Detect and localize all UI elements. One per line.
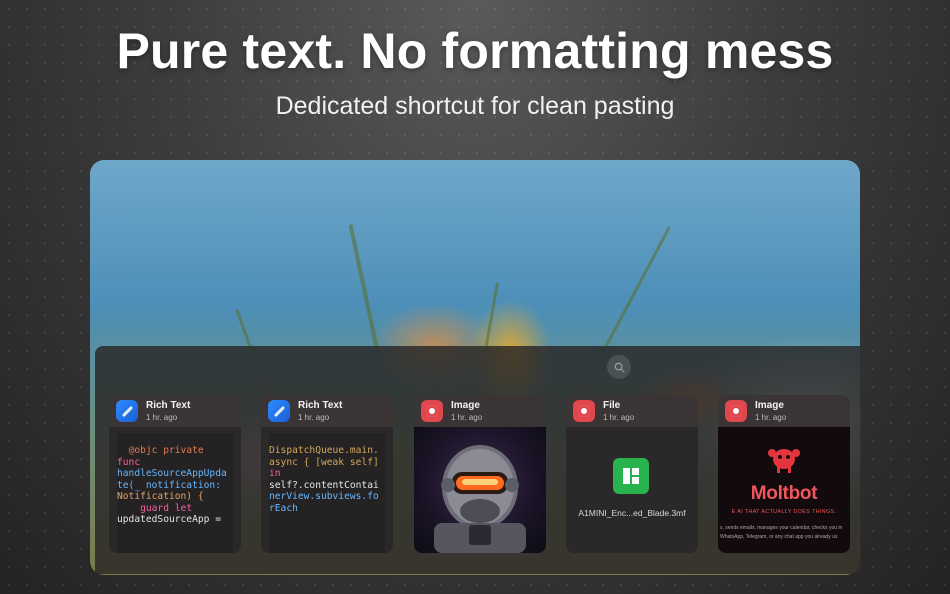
page-subheadline: Dedicated shortcut for clean pasting	[275, 92, 675, 120]
card-timestamp: 1 hr. ago	[755, 413, 787, 422]
xcode-icon	[268, 400, 290, 422]
card-type-label: Rich Text	[146, 400, 191, 411]
card-header: File 1 hr. ago	[566, 395, 698, 427]
card-type-label: Image	[451, 400, 480, 411]
clip-card-rich-text-1[interactable]: Rich Text 1 hr. ago @objc private func h…	[109, 395, 241, 553]
card-type-label: File	[603, 400, 621, 411]
moltbot-title: Moltbot	[750, 483, 818, 504]
search-button[interactable]	[607, 355, 631, 379]
moltbot-tagline: E AI THAT ACTUALLY DOES THINGS.	[731, 509, 837, 515]
card-header: Image 1 hr. ago	[718, 395, 850, 427]
moltbot-mascot-icon	[768, 449, 800, 473]
clip-card-rich-text-2[interactable]: Rich Text 1 hr. ago DispatchQueue.main. …	[261, 395, 393, 553]
clip-card-image-moltbot[interactable]: Image 1 hr. ago Moltbot E AI THAT ACTUAL…	[718, 395, 850, 553]
clip-card-file[interactable]: File 1 hr. ago A1MINI_Enc...ed_Blade.3mf	[566, 395, 698, 553]
card-header: Image 1 hr. ago	[414, 395, 546, 427]
card-timestamp: 1 hr. ago	[603, 413, 635, 422]
card-type-label: Image	[755, 400, 784, 411]
card-timestamp: 1 hr. ago	[451, 413, 483, 422]
clip-card-image-astronaut[interactable]: Image 1 hr. ago	[414, 395, 546, 553]
moltbot-description: x, sends emails, manages your calendar, …	[720, 525, 843, 540]
page-headline: Pure text. No formatting mess	[116, 23, 834, 79]
code-preview: DispatchQueue.main. async { [weak self] …	[269, 433, 385, 553]
file-name-label: A1MINI_Enc...ed_Blade.3mf	[578, 508, 686, 518]
clipboard-app-icon	[725, 400, 747, 422]
card-header: Rich Text 1 hr. ago	[109, 395, 241, 427]
search-icon	[614, 362, 625, 373]
clipboard-app-icon	[573, 400, 595, 422]
xcode-icon	[116, 400, 138, 422]
card-header: Rich Text 1 hr. ago	[261, 395, 393, 427]
card-timestamp: 1 hr. ago	[146, 413, 178, 422]
card-type-label: Rich Text	[298, 400, 343, 411]
card-timestamp: 1 hr. ago	[298, 413, 330, 422]
astronaut-helmet-image	[414, 427, 546, 553]
clipboard-app-icon	[421, 400, 443, 422]
bambu-studio-file-icon	[613, 458, 649, 494]
code-preview: @objc private func handleSourceAppUpda t…	[117, 433, 233, 553]
